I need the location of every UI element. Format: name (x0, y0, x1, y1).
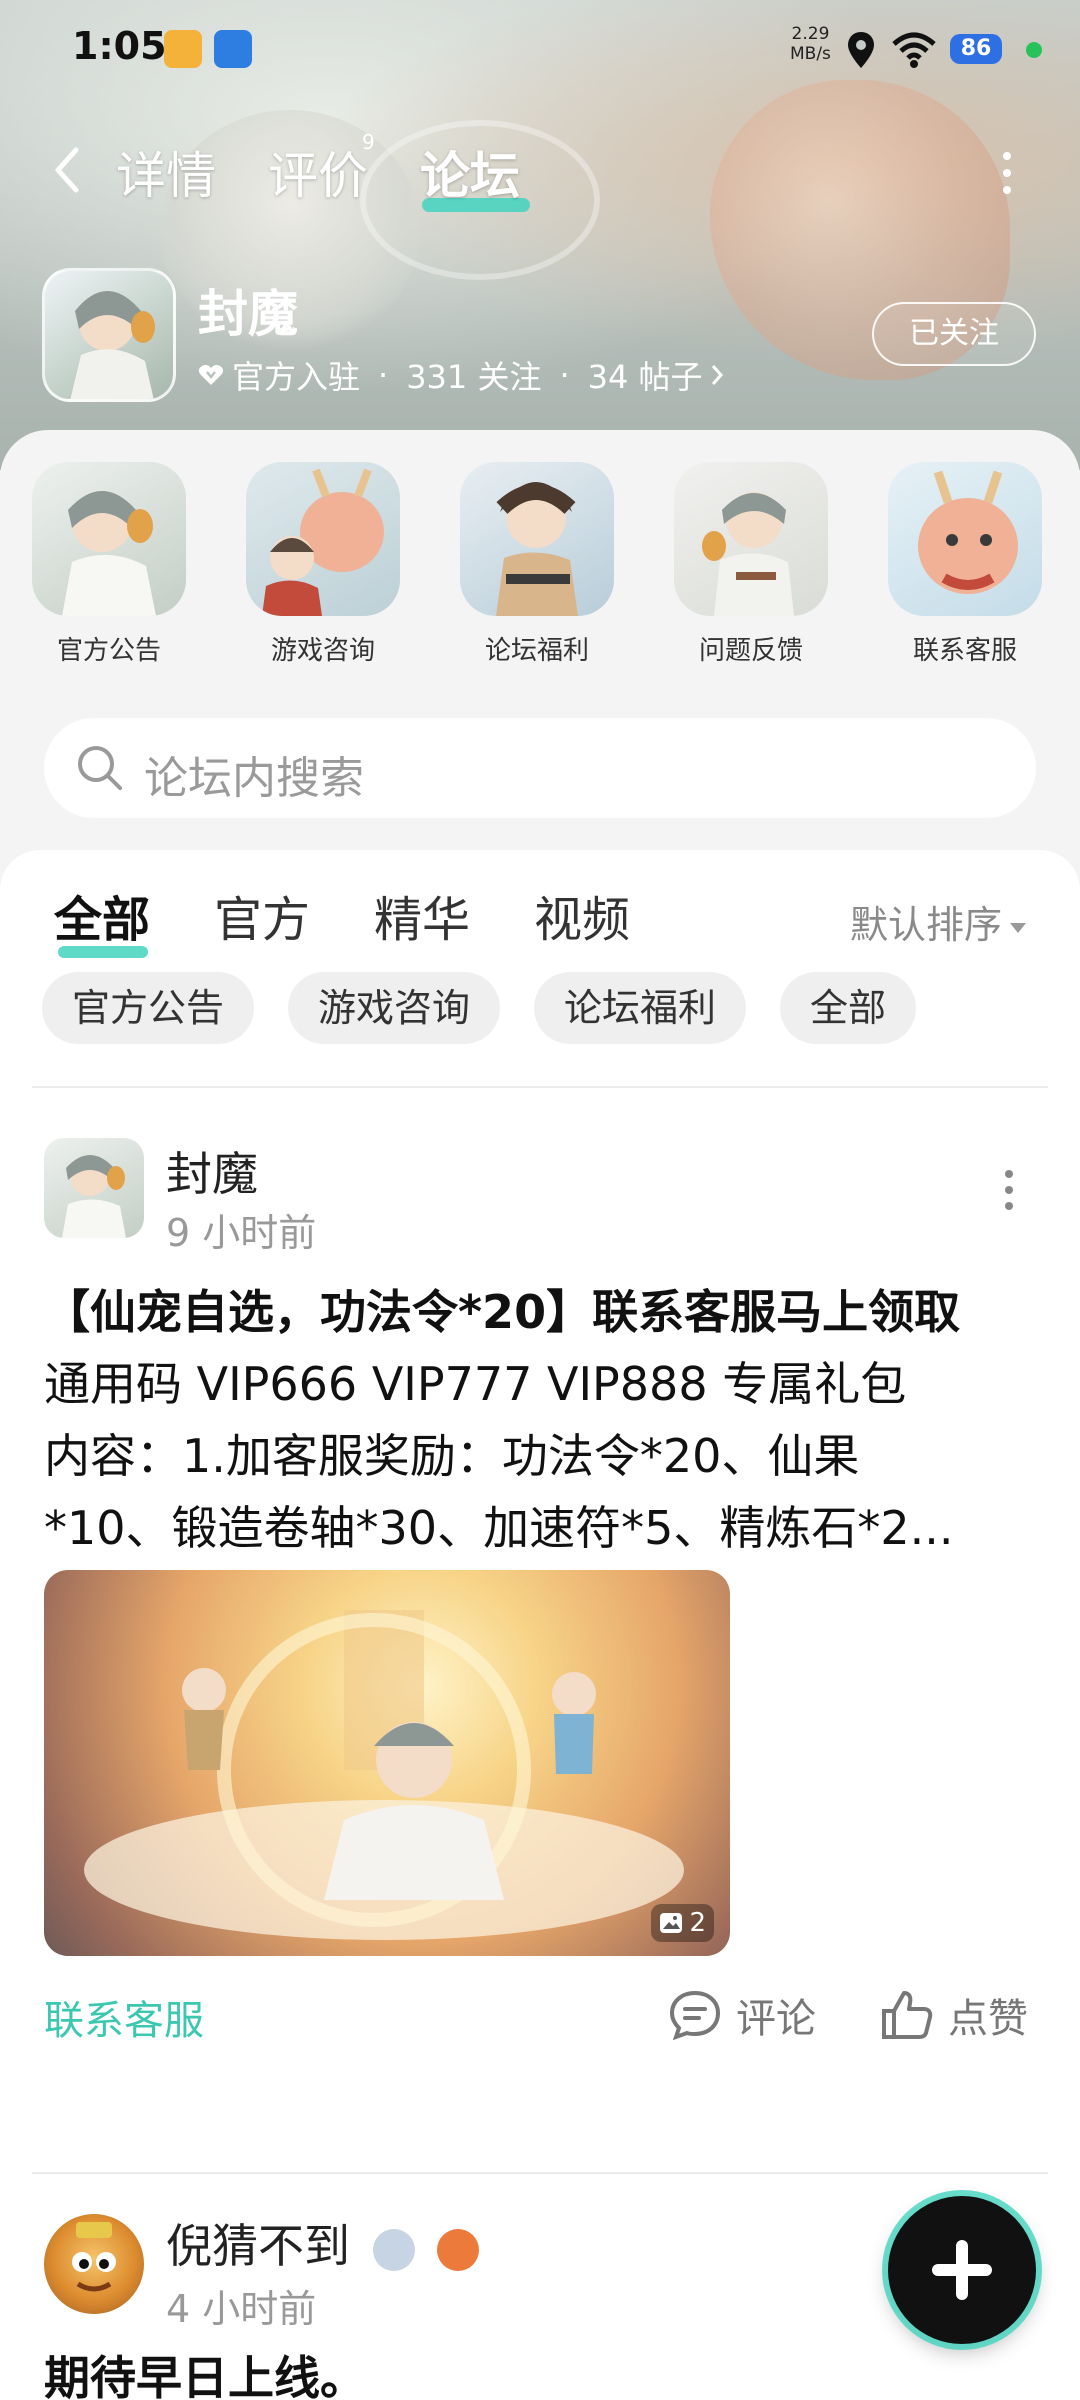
tab-reviews[interactable]: 评价 (268, 136, 368, 208)
board-thumbnail (32, 462, 186, 616)
game-icon[interactable] (42, 268, 176, 402)
battery-indicator: 86 (950, 34, 1002, 64)
plus-icon (956, 2240, 968, 2300)
board-label: 联系客服 (912, 636, 1017, 666)
comment-icon (669, 1990, 721, 2041)
post-artwork (84, 1610, 684, 1940)
board-thumbnail (460, 462, 614, 616)
image-icon (660, 1913, 683, 1933)
author-avatar[interactable] (44, 1138, 144, 1238)
feed-tab-featured[interactable]: 精华 (374, 880, 470, 950)
board-row: 官方公告 游戏咨询 论坛福利 问题反馈 联系客服 (0, 462, 1080, 682)
author-avatar[interactable] (44, 2214, 144, 2314)
official-heart-icon (198, 364, 224, 385)
board-game-inquiry[interactable]: 游戏咨询 (216, 462, 430, 682)
comment-button[interactable]: 评论 (668, 1986, 816, 2044)
status-time: 1:05 (72, 24, 167, 68)
mic-in-use-dot (1026, 42, 1042, 58)
forum-search-bar[interactable]: 论坛内搜索 (44, 718, 1036, 818)
chip-game-inquiry[interactable]: 游戏咨询 (288, 972, 501, 1044)
caret-down-icon (1010, 922, 1027, 933)
main-panel: 官方公告 游戏咨询 论坛福利 问题反馈 联系客服 论坛内搜索 全部 官方 精华 … (0, 430, 1080, 2400)
post-feed: 全部 官方 精华 视频 默认排序 官方公告 游戏咨询 论坛福利 全部 封魔 9 … (0, 850, 1080, 2400)
posts-count[interactable]: 34 帖子 (588, 352, 703, 398)
back-arrow-icon[interactable] (48, 146, 88, 194)
board-forum-welfare[interactable]: 论坛福利 (430, 462, 644, 682)
like-button[interactable]: 点赞 (880, 1986, 1028, 2044)
tab-forum[interactable]: 论坛 (420, 136, 520, 208)
feed-tab-all[interactable]: 全部 (54, 880, 150, 950)
like-label: 点赞 (948, 1996, 1028, 2042)
network-speed: 2.29 MB/s (790, 24, 831, 64)
speed-unit: MB/s (790, 44, 831, 64)
board-thumbnail (888, 462, 1042, 616)
feed-tab-video[interactable]: 视频 (534, 880, 630, 950)
top-nav: 详情 评价 9 论坛 (0, 120, 1080, 220)
post-title: 【仙宠自选，功法令*20】联系客服马上领取 (44, 1285, 961, 1339)
search-placeholder: 论坛内搜索 (144, 753, 364, 804)
board-label: 问题反馈 (698, 636, 803, 666)
board-contact-support[interactable]: 联系客服 (858, 462, 1072, 682)
author-name[interactable]: 封魔 (166, 1138, 258, 1204)
follow-button[interactable]: 已关注 (872, 302, 1036, 366)
more-vertical-icon[interactable] (1000, 148, 1014, 198)
post-tag-link[interactable]: 联系客服 (44, 1988, 204, 2046)
post-menu-icon[interactable] (1004, 1168, 1014, 1212)
new-post-fab[interactable] (888, 2196, 1036, 2344)
board-thumbnail (674, 462, 828, 616)
official-label: 官方入驻 (232, 358, 361, 396)
chip-official-notice[interactable]: 官方公告 (42, 972, 255, 1044)
post-image[interactable]: 2 (44, 1570, 730, 1956)
post-line: 内容：1.加客服奖励：功法令*20、仙果 (44, 1429, 860, 1483)
chevron-right-icon (711, 365, 723, 385)
author-name-text: 倪猜不到 (166, 2219, 350, 2273)
review-count: 9 (362, 130, 375, 154)
meta-separator: · (559, 356, 570, 394)
post-line: *10、锻造卷轴*30、加速符*5、精炼石*2... (44, 1501, 954, 1555)
author-name[interactable]: 倪猜不到 (166, 2210, 480, 2276)
location-icon (848, 32, 874, 68)
board-feedback[interactable]: 问题反馈 (644, 462, 858, 682)
thumbs-up-icon (882, 1991, 933, 2039)
comment-label: 评论 (736, 1996, 816, 2042)
tab-details[interactable]: 详情 (116, 136, 216, 208)
gamer-badge-icon (437, 2228, 480, 2271)
notification-app-icon (214, 30, 252, 68)
board-label: 官方公告 (56, 636, 161, 666)
post-body[interactable]: 【仙宠自选，功法令*20】联系客服马上领取 通用码 VIP666 VIP777 … (44, 1276, 1044, 1564)
chip-all[interactable]: 全部 (780, 972, 917, 1044)
image-count: 2 (689, 1908, 706, 1938)
level-badge-icon (372, 2228, 415, 2271)
chip-forum-welfare[interactable]: 论坛福利 (534, 972, 747, 1044)
board-label: 游戏咨询 (270, 636, 375, 666)
feed-tab-official[interactable]: 官方 (214, 880, 310, 950)
board-official-notice[interactable]: 官方公告 (2, 462, 216, 682)
post-body[interactable]: 期待早日上线。 (44, 2342, 1044, 2400)
post-time: 9 小时前 (166, 1211, 317, 1255)
game-title: 封魔 (198, 285, 298, 343)
wifi-icon (892, 32, 936, 68)
post-line: 通用码 VIP666 VIP777 VIP888 专属礼包 (44, 1357, 907, 1411)
speed-value: 2.29 (791, 24, 830, 44)
notification-app-icon (164, 30, 202, 68)
sort-label: 默认排序 (850, 903, 1003, 947)
meta-separator: · (378, 356, 389, 394)
game-meta: 官方入驻 · 331 关注 · 34 帖子 (198, 352, 725, 398)
feed-tabs: 全部 官方 精华 视频 默认排序 (0, 870, 1080, 958)
board-thumbnail (246, 462, 400, 616)
board-label: 论坛福利 (484, 636, 589, 666)
image-count-badge: 2 (651, 1904, 714, 1942)
search-icon (78, 746, 122, 790)
post-card[interactable]: 封魔 9 小时前 【仙宠自选，功法令*20】联系客服马上领取 通用码 VIP66… (0, 1086, 1080, 2044)
sort-dropdown[interactable]: 默认排序 (850, 894, 1027, 949)
post-time: 4 小时前 (166, 2287, 317, 2331)
followers-count: 331 关注 (406, 358, 542, 396)
game-info: 封魔 官方入驻 · 331 关注 · 34 帖子 已关注 (0, 262, 1080, 412)
status-bar: 1:05 2.29 MB/s 86 (0, 0, 1080, 100)
